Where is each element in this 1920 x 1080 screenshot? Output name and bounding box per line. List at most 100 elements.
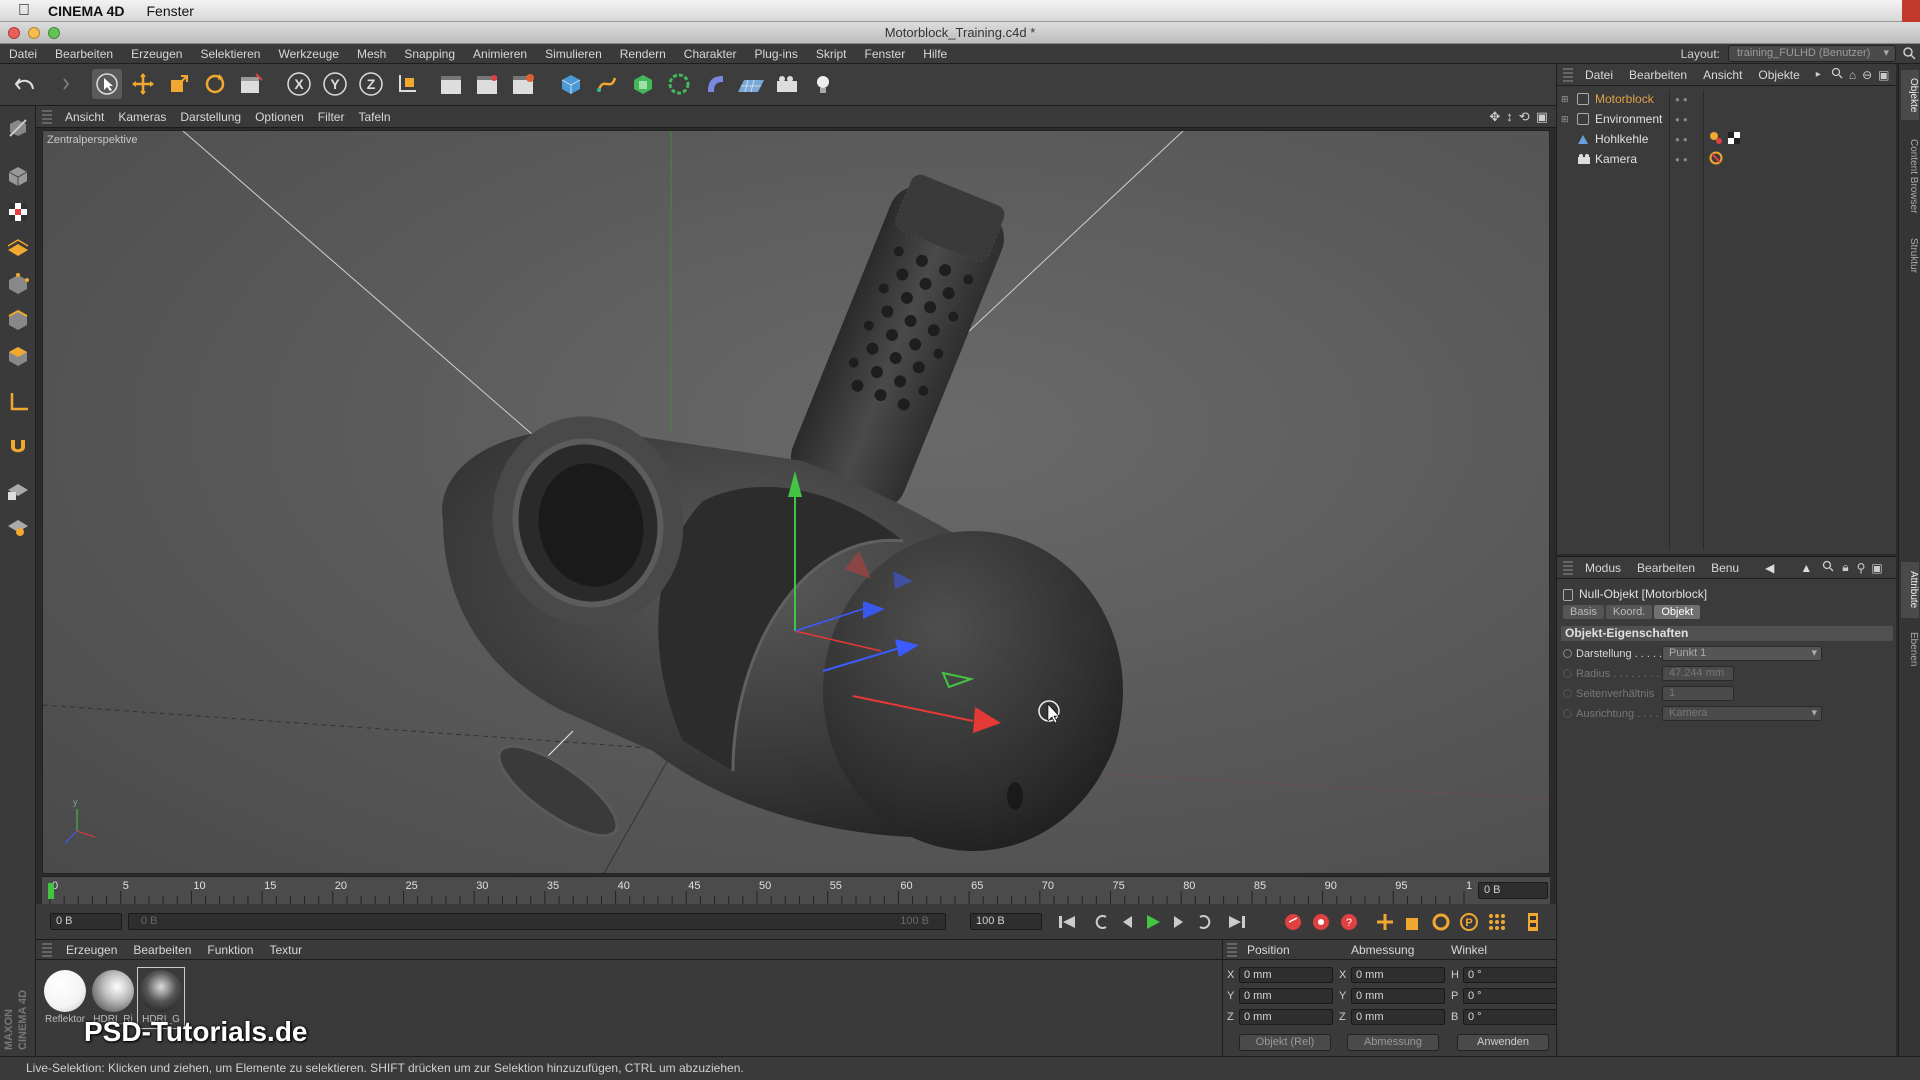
add-nurbs-button[interactable] bbox=[628, 69, 658, 99]
key-pla-button[interactable] bbox=[1486, 911, 1508, 933]
move-tool-button[interactable] bbox=[128, 69, 158, 99]
add-cube-button[interactable] bbox=[556, 69, 586, 99]
next-frame-button[interactable] bbox=[1168, 911, 1190, 933]
tab-koord[interactable]: Koord. bbox=[1605, 605, 1653, 619]
scale-tool-button[interactable] bbox=[164, 69, 194, 99]
side-tab-content-browser[interactable]: Content Browser bbox=[1901, 128, 1919, 224]
size-y-field[interactable]: 0 mm bbox=[1351, 987, 1445, 1004]
undo-button[interactable] bbox=[10, 69, 40, 99]
make-editable-button[interactable] bbox=[4, 114, 32, 142]
render-view-button[interactable] bbox=[436, 69, 466, 99]
zoom-window-button[interactable] bbox=[48, 27, 60, 39]
up-arrow-icon[interactable]: ▲ bbox=[1800, 561, 1812, 575]
object-menu-ansicht[interactable]: Ansicht bbox=[1695, 68, 1750, 82]
aspect-ratio-field[interactable]: 1 bbox=[1662, 686, 1734, 701]
object-row[interactable]: Kamera ●● bbox=[1557, 150, 1897, 168]
mac-menu-fenster[interactable]: Fenster bbox=[147, 3, 194, 19]
viewport-menu-tafeln[interactable]: Tafeln bbox=[351, 110, 397, 124]
home-icon[interactable]: ⌂ bbox=[1849, 68, 1856, 82]
points-mode-button[interactable] bbox=[4, 270, 32, 298]
add-deform-object-button[interactable] bbox=[700, 69, 730, 99]
side-tab-struktur[interactable]: Struktur bbox=[1901, 230, 1919, 282]
add-camera-button[interactable] bbox=[772, 69, 802, 99]
z-axis-lock-button[interactable]: Z bbox=[356, 69, 386, 99]
viewport-menu-filter[interactable]: Filter bbox=[311, 110, 352, 124]
object-menu-objekte[interactable]: Objekte bbox=[1750, 68, 1807, 82]
search-icon[interactable] bbox=[1831, 67, 1843, 82]
search-icon[interactable] bbox=[1822, 560, 1834, 575]
animate-radio[interactable] bbox=[1563, 709, 1572, 718]
texture-mode-button[interactable] bbox=[4, 198, 32, 226]
size-x-field[interactable]: 0 mm bbox=[1351, 966, 1445, 983]
redo-button[interactable] bbox=[44, 69, 74, 99]
size-mode-dropdown[interactable]: Abmessung bbox=[1347, 1034, 1439, 1051]
add-spline-button[interactable] bbox=[592, 69, 622, 99]
menu-erzeugen[interactable]: Erzeugen bbox=[122, 47, 191, 61]
expand-icon[interactable]: ⊞ bbox=[1561, 114, 1571, 125]
new-panel-icon[interactable]: ▣ bbox=[1871, 561, 1882, 575]
visibility-dots-icon[interactable]: ●● bbox=[1675, 115, 1691, 124]
material-menu-erzeugen[interactable]: Erzeugen bbox=[58, 943, 125, 957]
go-to-end-button[interactable] bbox=[1226, 911, 1248, 933]
coordinate-mode-dropdown[interactable]: Objekt (Rel) bbox=[1239, 1034, 1331, 1051]
side-tab-attribute[interactable]: Attribute bbox=[1901, 562, 1919, 618]
menu-charakter[interactable]: Charakter bbox=[675, 47, 746, 61]
object-row[interactable]: ⊞ Environment ●● bbox=[1557, 110, 1897, 128]
pan-view-icon[interactable]: ✥ bbox=[1489, 109, 1500, 125]
edges-mode-button[interactable] bbox=[4, 306, 32, 334]
previous-key-button[interactable] bbox=[1090, 911, 1112, 933]
snap-button[interactable] bbox=[4, 432, 32, 460]
axis-mode-button[interactable] bbox=[4, 388, 32, 416]
keyframe-selection-button[interactable]: ? bbox=[1338, 911, 1360, 933]
menu-skript[interactable]: Skript bbox=[807, 47, 856, 61]
rotate-view-icon[interactable]: ⟲ bbox=[1519, 109, 1530, 125]
position-y-field[interactable]: 0 mm bbox=[1239, 987, 1333, 1004]
start-frame-field[interactable]: 0 B bbox=[50, 913, 122, 930]
menu-simulieren[interactable]: Simulieren bbox=[536, 47, 611, 61]
rotation-p-field[interactable]: 0 ° bbox=[1463, 987, 1557, 1004]
key-parameter-button[interactable]: P bbox=[1458, 911, 1480, 933]
autokeying-button[interactable] bbox=[1310, 911, 1332, 933]
app-name[interactable]: CINEMA 4D bbox=[48, 3, 125, 19]
add-deformer-button[interactable] bbox=[664, 69, 694, 99]
add-floor-button[interactable] bbox=[736, 69, 766, 99]
material-menu-funktion[interactable]: Funktion bbox=[199, 943, 261, 957]
pin-icon[interactable]: ⚲ bbox=[1857, 561, 1866, 575]
menu-datei[interactable]: Datei bbox=[0, 47, 46, 61]
model-mode-button[interactable] bbox=[4, 162, 32, 190]
expand-icon[interactable]: ⊞ bbox=[1561, 94, 1571, 105]
preview-range-slider[interactable]: 0 B 100 B bbox=[128, 913, 946, 930]
attribute-menu-modus[interactable]: Modus bbox=[1577, 561, 1629, 575]
next-key-button[interactable] bbox=[1194, 911, 1216, 933]
rotate-tool-button[interactable] bbox=[200, 69, 230, 99]
attribute-menu-benutzer[interactable]: Benu bbox=[1703, 561, 1747, 575]
render-settings-button[interactable] bbox=[508, 69, 538, 99]
planar-workplane-button[interactable] bbox=[4, 512, 32, 540]
visibility-dots-icon[interactable]: ●● bbox=[1675, 155, 1691, 164]
coordinate-system-button[interactable] bbox=[392, 69, 422, 99]
add-light-button[interactable] bbox=[808, 69, 838, 99]
material-menu-textur[interactable]: Textur bbox=[261, 943, 310, 957]
search-icon[interactable] bbox=[1902, 46, 1916, 60]
menu-selektieren[interactable]: Selektieren bbox=[191, 47, 269, 61]
timeline-ruler[interactable]: 0 5 10 15 20 25 30 35 40 45 50 55 60 65 70 75 80 85 90 95 1 0… bbox=[42, 876, 1550, 904]
current-frame-field[interactable]: 0 B bbox=[1478, 882, 1548, 899]
menu-werkzeuge[interactable]: Werkzeuge bbox=[269, 47, 347, 61]
dolly-view-icon[interactable]: ↕ bbox=[1506, 109, 1513, 125]
go-to-start-button[interactable] bbox=[1056, 911, 1078, 933]
phong-tag-icon[interactable] bbox=[1709, 131, 1723, 148]
object-row[interactable]: Hohlkehle ●● bbox=[1557, 130, 1897, 148]
viewport-menu-ansicht[interactable]: Ansicht bbox=[58, 110, 111, 124]
viewport-menu-darstellung[interactable]: Darstellung bbox=[173, 110, 248, 124]
menu-rendern[interactable]: Rendern bbox=[611, 47, 675, 61]
viewport-menu-kameras[interactable]: Kameras bbox=[111, 110, 173, 124]
lock-workplane-button[interactable] bbox=[4, 476, 32, 504]
protection-tag-icon[interactable] bbox=[1709, 151, 1723, 168]
object-menu-datei[interactable]: Datei bbox=[1577, 68, 1621, 82]
menu-fenster[interactable]: Fenster bbox=[856, 47, 915, 61]
tab-objekt[interactable]: Objekt bbox=[1654, 605, 1701, 619]
rotation-h-field[interactable]: 0 ° bbox=[1463, 966, 1557, 983]
radius-field[interactable]: 47.244 mm bbox=[1662, 666, 1734, 681]
animate-radio[interactable] bbox=[1563, 689, 1572, 698]
x-axis-lock-button[interactable]: X bbox=[284, 69, 314, 99]
